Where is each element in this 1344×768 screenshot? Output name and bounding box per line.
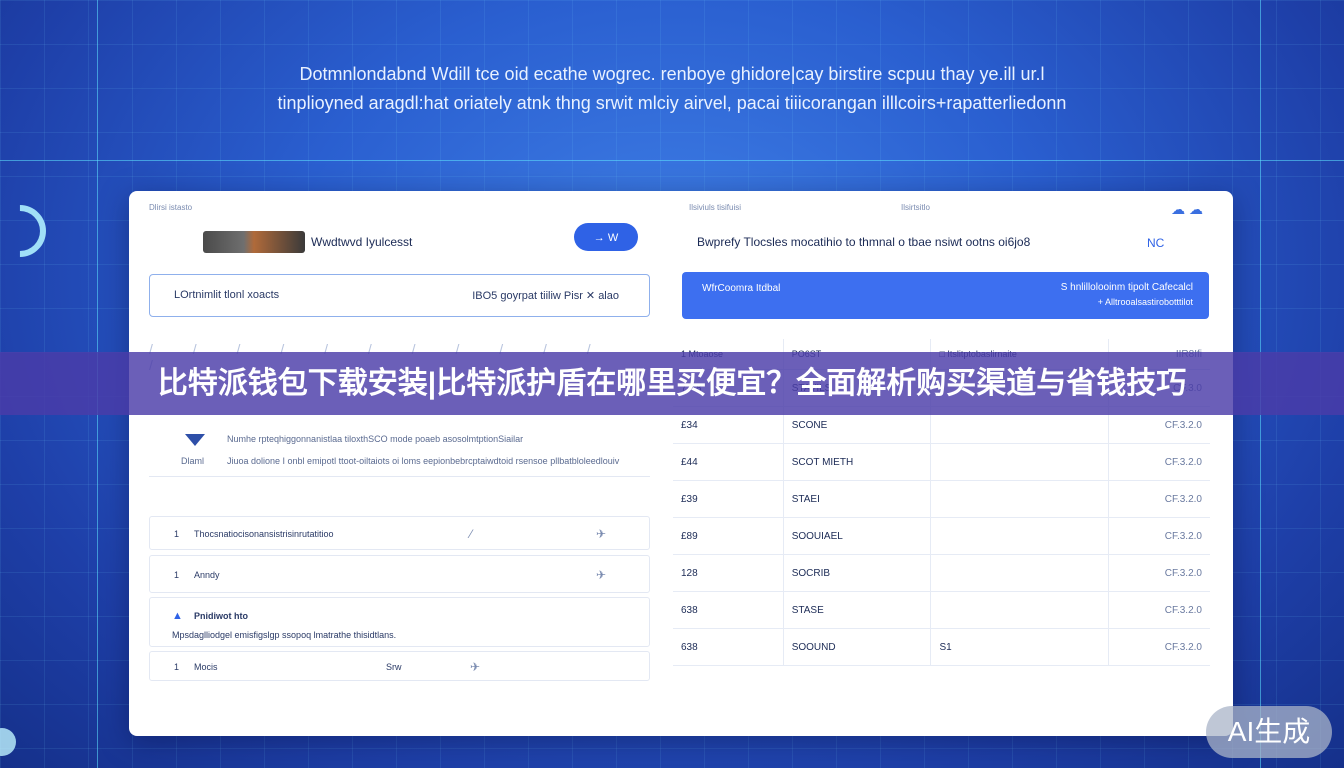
hero-line-2: tinplioyned aragdl:hat oriately atnk thn… bbox=[277, 93, 1067, 113]
right-caption: Ilsirtsitlo bbox=[901, 203, 930, 212]
table-cell bbox=[930, 517, 1109, 555]
table-row[interactable]: £89 SOOUIAEL CF.3.2.0 bbox=[673, 517, 1210, 555]
product-title: Wwdtwvd Iyulcesst bbox=[311, 235, 413, 249]
table-cell: 128 bbox=[673, 554, 784, 592]
right-code[interactable]: NC bbox=[1147, 236, 1164, 250]
list-item[interactable]: 1 Anndy ✈ bbox=[149, 555, 650, 593]
thumbs-up-icon: ▲ bbox=[172, 610, 183, 622]
table-cell bbox=[930, 554, 1109, 592]
table-cell: 638 bbox=[673, 628, 784, 666]
hero-line-1: Dotmnlondabnd Wdill tce oid ecathe wogre… bbox=[299, 64, 1045, 84]
table-cell bbox=[930, 443, 1109, 481]
slash-icon: ⁄ bbox=[470, 527, 473, 541]
table-cell bbox=[930, 591, 1109, 629]
list-item-text: Pnidiwot hto bbox=[194, 611, 248, 621]
info-line-1: Numhe rpteqhiggonnanistlaa tiloxthSCO mo… bbox=[227, 434, 524, 444]
plane-icon[interactable]: ✈ bbox=[596, 568, 606, 582]
search-left-text: LOrtnimlit tlonl xoacts bbox=[174, 289, 280, 301]
table-cell: CF.3.2.0 bbox=[1108, 517, 1210, 555]
banner-right-text-1: S hnlillolooinm tipolt Cafecalcl bbox=[1060, 282, 1193, 293]
table-cell: 638 bbox=[673, 591, 784, 629]
blue-banner[interactable]: WfrCoomra Itdbal S hnlillolooinm tipolt … bbox=[682, 272, 1209, 319]
plane-icon[interactable]: ✈ bbox=[596, 527, 606, 541]
table-cell: CF.3.2.0 bbox=[1108, 628, 1210, 666]
info-label: Dlaml bbox=[181, 456, 205, 466]
table-cell: SOCRIB bbox=[782, 554, 931, 592]
triangle-down-icon bbox=[185, 434, 205, 446]
table-row[interactable]: 638 STASE CF.3.2.0 bbox=[673, 591, 1210, 629]
search-input[interactable]: LOrtnimlit tlonl xoacts IBO5 goyrpat tii… bbox=[149, 274, 650, 317]
table-row[interactable]: £39 STAEI CF.3.2.0 bbox=[673, 480, 1210, 518]
table-row[interactable]: £44 SCOT MIETH CF.3.2.0 bbox=[673, 443, 1210, 481]
banner-right-text-2: + Alltrooalsastirobotttilot bbox=[1097, 297, 1193, 307]
list-item-extra: Srw bbox=[386, 662, 402, 672]
hero-text: Dotmnlondabnd Wdill tce oid ecathe wogre… bbox=[0, 60, 1344, 118]
list-item-text: Mocis bbox=[194, 662, 218, 672]
primary-button[interactable]: → W bbox=[574, 223, 638, 251]
decor-line-top bbox=[0, 160, 1344, 161]
info-card: Numhe rpteqhiggonnanistlaa tiloxthSCO mo… bbox=[149, 416, 650, 477]
list-item-num: 1 bbox=[174, 529, 180, 539]
right-title: Bwprefy Tlocsles mocatihio to thmnal o t… bbox=[697, 235, 1031, 249]
list-item-num: 1 bbox=[174, 570, 180, 580]
table-cell: CF.3.2.0 bbox=[1108, 554, 1210, 592]
table-cell: STASE bbox=[782, 591, 931, 629]
list-item[interactable]: 1 Thocsnatiocisonansistrisinrutatitioo ⁄… bbox=[149, 516, 650, 550]
cloud-icon[interactable]: ☁ ☁ bbox=[1171, 201, 1203, 218]
list-item-text: Anndy bbox=[194, 570, 220, 580]
table-cell: £39 bbox=[673, 480, 784, 518]
table-cell: CF.3.2.0 bbox=[1108, 591, 1210, 629]
table-cell: CF.3.2.0 bbox=[1108, 480, 1210, 518]
search-right-text: IBO5 goyrpat tiiliw Pisr ✕ alao bbox=[472, 290, 619, 302]
table-cell: S1 bbox=[930, 628, 1109, 666]
table-cell: STAEI bbox=[782, 480, 931, 518]
table-cell: CF.3.2.0 bbox=[1108, 443, 1210, 481]
left-caption: Dlirsi istasto bbox=[149, 203, 193, 212]
table-row[interactable]: 638 SOOUND S1 CF.3.2.0 bbox=[673, 628, 1210, 666]
table-cell: SOOUIAEL bbox=[782, 517, 931, 555]
table-cell: £44 bbox=[673, 443, 784, 481]
info-line-2: Jiuoa dolione I onbl emipotl ttoot-oilta… bbox=[227, 456, 620, 466]
table-cell: SOOUND bbox=[782, 628, 931, 666]
list-item-subtext: Mpsdaglliodgel emisfigslgp ssopoq lmatra… bbox=[172, 630, 397, 640]
banner-left-text: WfrCoomra Itdbal bbox=[702, 283, 781, 294]
table-cell: £89 bbox=[673, 517, 784, 555]
ai-generated-badge: AI生成 bbox=[1206, 706, 1332, 758]
product-image bbox=[203, 231, 305, 253]
table-cell: SCOT MIETH bbox=[782, 443, 931, 481]
app-panel: Dlirsi istasto Ilsiviuls tisifuisi Ilsir… bbox=[129, 191, 1233, 736]
mid-caption: Ilsiviuls tisifuisi bbox=[689, 203, 742, 212]
caption-banner: 比特派钱包下载安装|比特派护盾在哪里买便宜？全面解析购买渠道与省钱技巧 bbox=[0, 352, 1344, 415]
list-item[interactable]: 1 Mocis Srw ✈ bbox=[149, 651, 650, 681]
list-item-num: 1 bbox=[174, 662, 180, 672]
list-item[interactable]: ▲ Pnidiwot hto Mpsdaglliodgel emisfigslg… bbox=[149, 597, 650, 647]
plane-icon[interactable]: ✈ bbox=[470, 660, 480, 674]
table-cell bbox=[930, 480, 1109, 518]
list-item-text: Thocsnatiocisonansistrisinrutatitioo bbox=[194, 529, 334, 539]
table-row[interactable]: 128 SOCRIB CF.3.2.0 bbox=[673, 554, 1210, 592]
